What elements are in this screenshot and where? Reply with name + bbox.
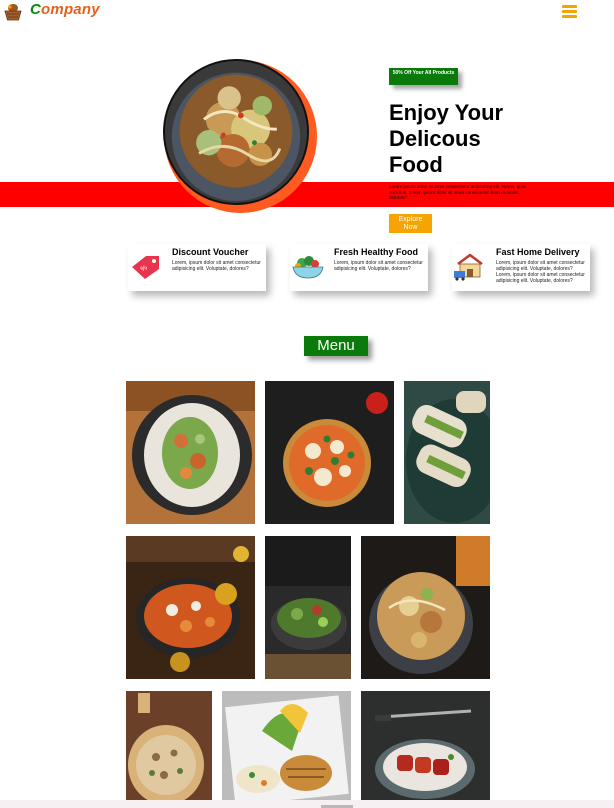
menu-item-skewers[interactable] xyxy=(361,691,490,800)
hero-title-line-2: Delicous xyxy=(389,126,481,151)
delivery-house-icon xyxy=(452,251,488,281)
hero-description: Lorem ipsum dolor sit amet consectetur a… xyxy=(389,184,526,200)
menu-heading: Menu xyxy=(304,336,368,356)
feature-card-discount: % Discount Voucher Lorem, ipsum dolor si… xyxy=(128,244,266,291)
feature-title: Fresh Healthy Food xyxy=(334,247,419,257)
brand-rest: ompany xyxy=(41,1,100,18)
feature-text: Lorem, ipsum dolor sit amet consectetur … xyxy=(172,260,261,272)
menu-item-curry-pan[interactable] xyxy=(126,536,255,679)
hero-title: Enjoy Your Delicous Food xyxy=(389,100,579,178)
hero-title-line-1: Enjoy Your xyxy=(389,100,504,125)
salad-bowl-icon xyxy=(290,251,326,281)
menu-item-sandwich-wraps[interactable] xyxy=(404,381,490,524)
menu-item-pizza[interactable] xyxy=(265,381,394,524)
hero-title-line-3: Food xyxy=(389,152,443,177)
menu-item-salad-bowl[interactable] xyxy=(265,536,351,679)
feature-card-healthy: Fresh Healthy Food Lorem, ipsum dolor si… xyxy=(290,244,428,291)
feature-text: Lorem, ipsum dolor sit amet consectetur … xyxy=(334,260,423,272)
discount-badge: 50% Off Your All Products xyxy=(389,68,458,85)
brand-initial: C xyxy=(30,1,42,18)
hamburger-menu-icon[interactable] xyxy=(562,5,577,19)
feature-card-delivery: Fast Home Delivery Lorem, ipsum dolor si… xyxy=(452,244,590,291)
feature-title: Fast Home Delivery xyxy=(496,247,580,257)
brand-name[interactable]: Company xyxy=(30,1,100,18)
menu-item-grilled-chicken[interactable] xyxy=(222,691,351,800)
feature-title: Discount Voucher xyxy=(172,247,249,257)
logo-icon xyxy=(3,2,23,22)
menu-item-noodle-salad[interactable] xyxy=(126,381,255,524)
explore-now-button[interactable]: Explore Now xyxy=(389,214,432,233)
menu-item-noodle-bowl[interactable] xyxy=(361,536,490,679)
feature-text: Lorem, ipsum dolor sit amet consectetur … xyxy=(496,260,585,284)
bottom-strip xyxy=(0,800,614,808)
hero-dish-image xyxy=(163,59,309,205)
voucher-tag-icon: % xyxy=(128,251,164,281)
menu-item-pizza-board[interactable] xyxy=(126,691,212,800)
